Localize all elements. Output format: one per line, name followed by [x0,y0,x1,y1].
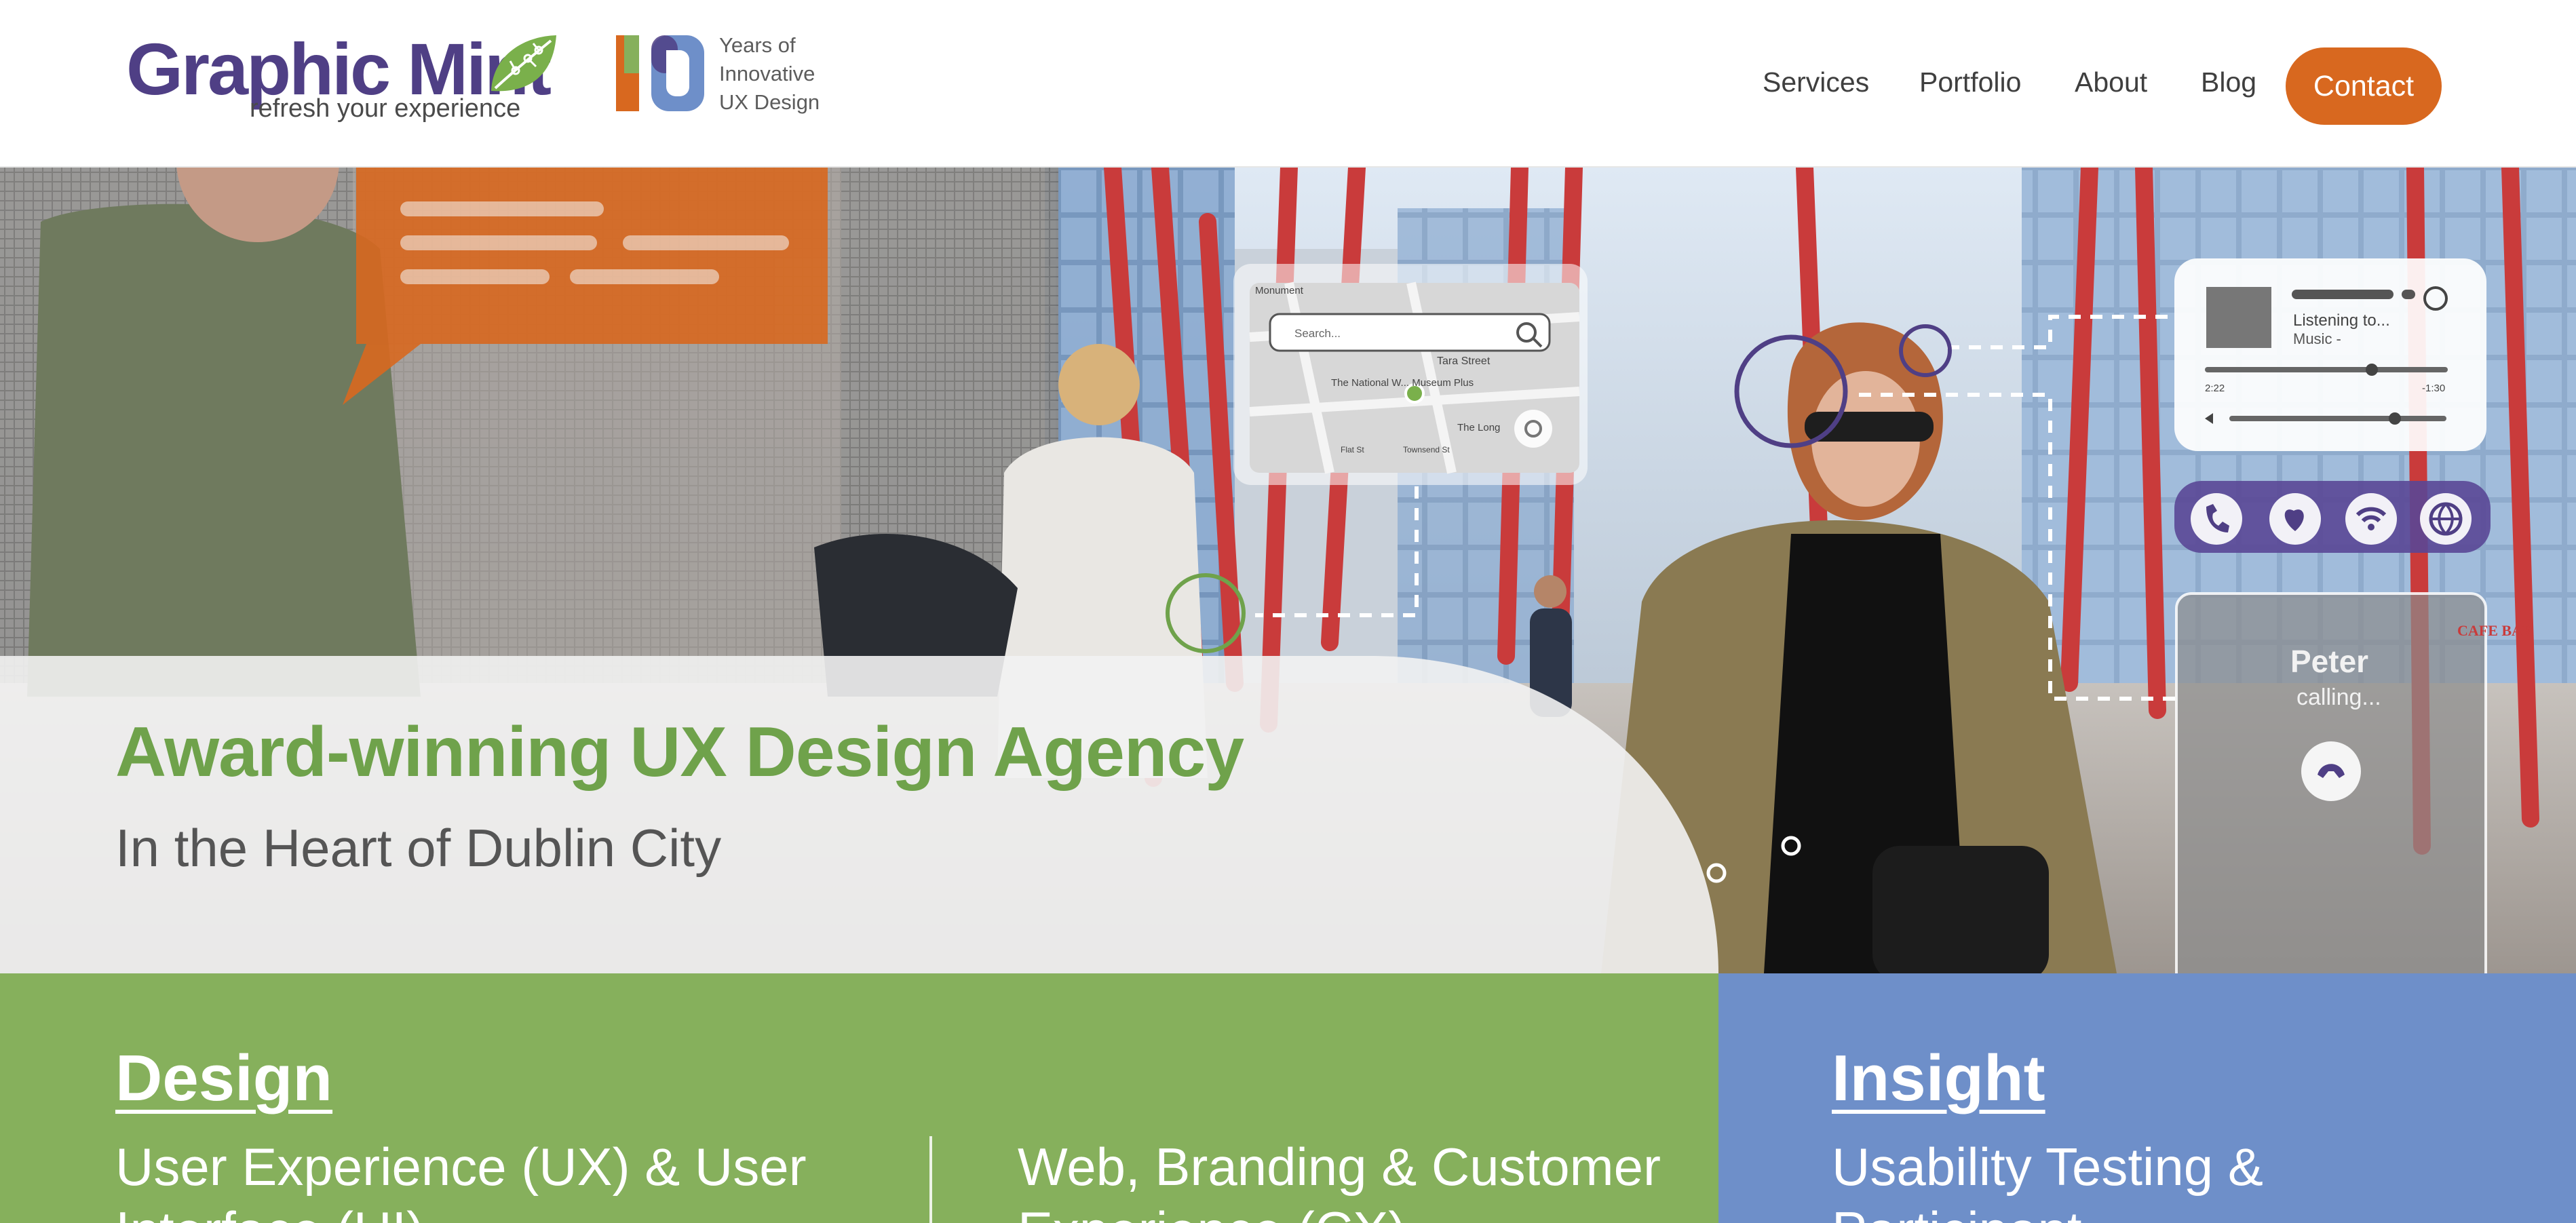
quick-actions-bar [2174,481,2491,553]
insight-panel: Insight Usability Testing & Participant [1718,973,2576,1223]
design-service-ux-ui[interactable]: User Experience (UX) & User Interface (U… [115,1135,807,1223]
contact-button[interactable]: Contact [2286,47,2442,125]
svg-text:Tara Street: Tara Street [1437,355,1491,367]
svg-text:2:22: 2:22 [2205,383,2225,394]
design-heading-link[interactable]: Design [115,1041,332,1116]
nav-services[interactable]: Services [1763,66,1869,98]
hero-subtitle: In the Heart of Dublin City [115,818,722,878]
svg-text:Peter: Peter [2290,644,2368,679]
hero-banner: Monument Search... Tara Street The Natio… [0,168,2576,973]
svg-text:Townsend St: Townsend St [1403,445,1450,454]
design-panel: Design User Experience (UX) & User Inter… [0,973,1718,1223]
site-header: Graphic Mint refresh your experience Yea… [0,0,2576,168]
design-column-divider [929,1136,932,1223]
svg-text:Search...: Search... [1294,327,1341,340]
insight-service-usability-testing[interactable]: Usability Testing & Participant [1832,1135,2263,1223]
insight-heading-link[interactable]: Insight [1832,1041,2045,1116]
svg-text:-1:30: -1:30 [2422,383,2445,394]
nav-portfolio[interactable]: Portfolio [1919,66,2021,98]
svg-text:Music -: Music - [2293,330,2341,347]
nav-about[interactable]: About [2075,66,2147,98]
nav-blog[interactable]: Blog [2201,66,2256,98]
design-service-web-branding[interactable]: Web, Branding & Customer Experience (CX) [1018,1135,1661,1223]
svg-text:Flat St: Flat St [1341,445,1364,454]
svg-text:Monument: Monument [1255,285,1304,296]
svg-text:The Long: The Long [1457,422,1500,433]
svg-text:The National W... Museum Plus: The National W... Museum Plus [1331,377,1474,389]
main-nav: Services Portfolio About Blog [0,47,2576,126]
svg-text:CAFE BAR: CAFE BAR [2457,622,2534,639]
svg-text:calling...: calling... [2296,684,2381,710]
hero-title: Award-winning UX Design Agency [115,713,1244,792]
svg-text:Listening to...: Listening to... [2293,311,2390,330]
music-card-graphic [2174,258,2486,451]
